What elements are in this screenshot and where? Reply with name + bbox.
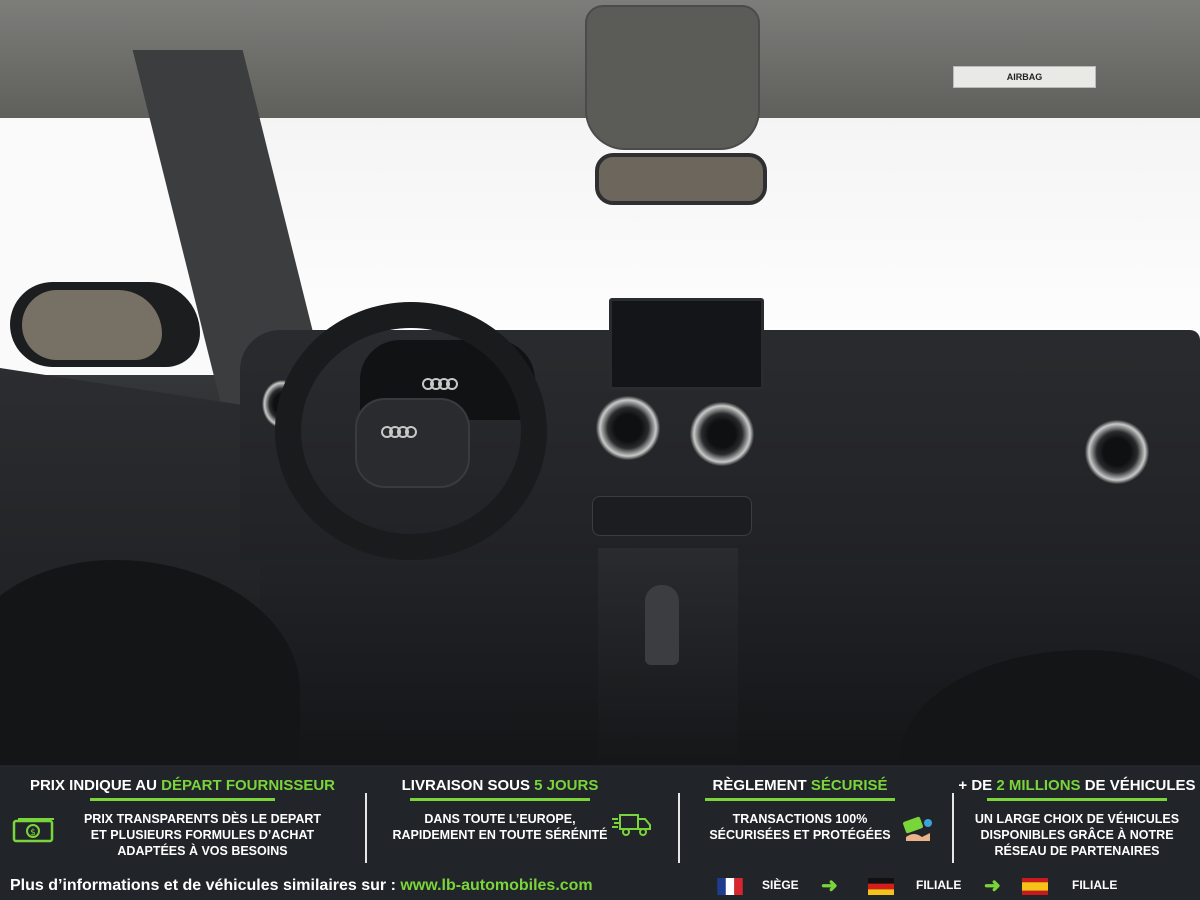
feature-description: UN LARGE CHOIX DE VÉHICULES DISPONIBLES … <box>974 812 1180 858</box>
climate-control-panel <box>592 496 752 536</box>
brand-rings-icon <box>381 426 417 438</box>
money-icon: $ <box>12 817 56 850</box>
location-label: FILIALE <box>1072 878 1118 892</box>
air-vent-icon <box>690 402 754 466</box>
feature-vehicle-choice: + DE 2 MILLIONS DE VÉHICULES UN LARGE CH… <box>957 765 1197 863</box>
title-underline <box>987 798 1167 801</box>
column-separator <box>365 793 367 863</box>
feature-delivery: LIVRAISON SOUS 5 JOURS DANS TOUTE L’EURO… <box>385 765 615 863</box>
air-vent-icon <box>596 396 660 460</box>
feature-supplier-price: PRIX INDIQUE AU DÉPART FOURNISSEUR PRIX … <box>10 765 355 863</box>
info-banner: PRIX INDIQUE AU DÉPART FOURNISSEUR PRIX … <box>0 765 1200 900</box>
germany-flag-icon <box>868 878 894 895</box>
title-underline <box>410 798 590 801</box>
title-underline <box>705 798 895 801</box>
footer-info: Plus d’informations et de véhicules simi… <box>10 877 593 895</box>
arrow-right-icon: ➜ <box>821 875 838 897</box>
air-vent-icon <box>1085 420 1149 484</box>
airbag-sticker: AIRBAG <box>953 66 1096 88</box>
location-label: FILIALE <box>916 878 962 892</box>
france-flag-icon <box>717 878 743 895</box>
column-separator <box>952 793 954 863</box>
rearview-mirror <box>595 153 767 205</box>
feature-secure-payment: RÈGLEMENT SÉCURISÉ TRANSACTIONS 100% SÉC… <box>700 765 900 863</box>
website-link[interactable]: www.lb-automobiles.com <box>400 877 592 894</box>
car-interior-photo: AIRBAG <box>0 0 1200 765</box>
infotainment-screen <box>609 298 764 390</box>
arrow-right-icon: ➜ <box>984 875 1001 897</box>
overhead-console <box>585 5 760 150</box>
feature-title: LIVRAISON SOUS 5 JOURS <box>401 777 599 794</box>
side-mirror-glass <box>22 290 162 360</box>
feature-description: TRANSACTIONS 100% SÉCURISÉES ET PROTÉGÉE… <box>709 812 891 842</box>
spain-flag-icon <box>1022 878 1048 895</box>
feature-description: DANS TOUTE L’EUROPE, RAPIDEMENT EN TOUTE… <box>392 812 608 842</box>
steering-wheel-hub <box>355 398 470 488</box>
feature-description: PRIX TRANSPARENTS DÈS LE DEPART ET PLUSI… <box>83 812 322 858</box>
location-label: SIÈGE <box>762 878 799 892</box>
passenger-seat <box>900 650 1200 765</box>
title-underline <box>90 798 275 801</box>
column-separator <box>678 793 680 863</box>
secure-payment-icon <box>900 813 936 850</box>
delivery-truck-icon <box>612 811 652 844</box>
feature-title: + DE 2 MILLIONS DE VÉHICULES <box>958 777 1196 794</box>
feature-title: PRIX INDIQUE AU DÉPART FOURNISSEUR <box>29 777 336 794</box>
footer-text: Plus d’informations et de véhicules simi… <box>10 877 401 894</box>
svg-text:$: $ <box>30 828 36 838</box>
gear-shifter <box>645 585 679 665</box>
feature-title: RÈGLEMENT SÉCURISÉ <box>712 777 888 794</box>
